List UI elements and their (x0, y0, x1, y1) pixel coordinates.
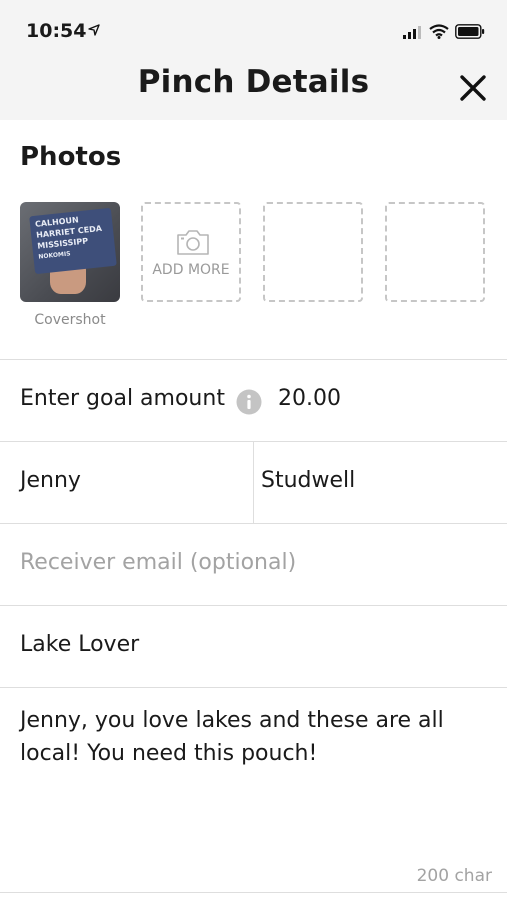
add-more-label: ADD MORE (152, 262, 230, 278)
status-icons (403, 24, 485, 39)
covershot-label: Covershot (34, 312, 106, 328)
location-arrow-icon (88, 24, 100, 36)
battery-icon (455, 24, 485, 39)
add-more-photo-button[interactable]: ADD MORE (141, 202, 241, 302)
goal-amount-input[interactable]: 20.00 (278, 386, 341, 411)
close-icon[interactable] (457, 72, 489, 104)
divider (0, 892, 507, 893)
photos-heading: Photos (20, 142, 122, 172)
char-counter: 200 char (416, 866, 492, 886)
wifi-icon (429, 24, 449, 39)
status-time: 10:54 (26, 20, 87, 42)
photos-section: Photos CALHOUN HARRIET CEDA MISSISSIPP N… (0, 120, 507, 360)
message-textarea[interactable]: Jenny, you love lakes and these are all … (20, 704, 480, 770)
first-name-input[interactable]: Jenny (20, 468, 81, 493)
email-row: Receiver email (optional) (0, 524, 507, 606)
photo-pouch: CALHOUN HARRIET CEDA MISSISSIPP NOKOMIS (29, 207, 117, 275)
pinch-title-input[interactable]: Lake Lover (20, 632, 139, 657)
status-bar: 10:54 (0, 0, 507, 58)
message-row: Jenny, you love lakes and these are all … (0, 688, 507, 892)
cellular-signal-icon (403, 25, 421, 39)
info-icon[interactable] (236, 389, 262, 415)
title-row: Lake Lover (0, 606, 507, 688)
goal-row: Enter goal amount 20.00 (0, 360, 507, 442)
goal-label: Enter goal amount (20, 386, 225, 411)
last-name-input[interactable]: Studwell (261, 468, 355, 493)
cover-photo[interactable]: CALHOUN HARRIET CEDA MISSISSIPP NOKOMIS (20, 202, 120, 302)
empty-photo-slot[interactable] (263, 202, 363, 302)
name-divider (253, 442, 254, 524)
name-row: Jenny Studwell (0, 442, 507, 524)
empty-photo-slot[interactable] (385, 202, 485, 302)
receiver-email-input[interactable]: Receiver email (optional) (20, 550, 296, 575)
nav-bar: Pinch Details (0, 58, 507, 120)
page-title: Pinch Details (137, 64, 370, 100)
camera-icon (177, 230, 209, 255)
